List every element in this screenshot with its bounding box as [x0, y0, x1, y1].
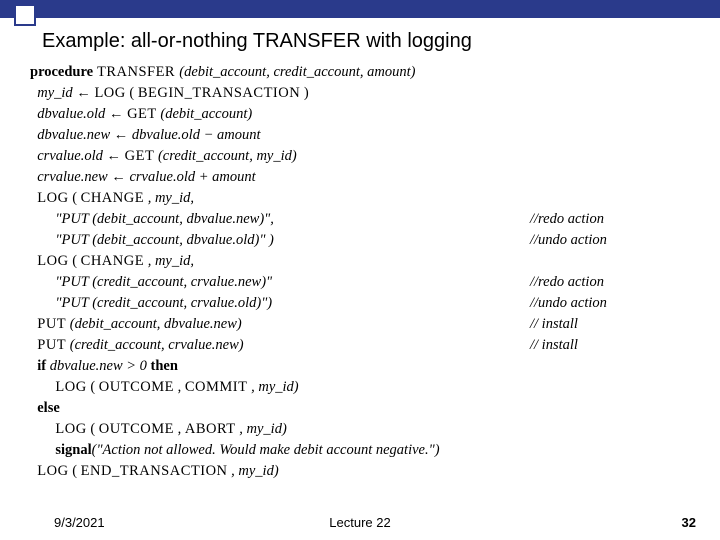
code-line: LOG ( CHANGE , my_id,	[30, 188, 700, 209]
code-line: LOG ( CHANGE , my_id,	[30, 251, 700, 272]
code-line: crvalue.old ← GET (credit_account, my_id…	[30, 146, 700, 167]
code-line: dbvalue.new ← dbvalue.old − amount	[30, 125, 700, 146]
slide-title: Example: all-or-nothing TRANSFER with lo…	[42, 30, 472, 53]
slide: Example: all-or-nothing TRANSFER with lo…	[0, 0, 720, 540]
code-line: my_id ← LOG ( BEGIN_TRANSACTION )	[30, 83, 700, 104]
footer-page-number: 32	[682, 515, 696, 530]
code-line: else	[30, 398, 700, 419]
code-line: LOG ( END_TRANSACTION , my_id)	[30, 461, 700, 482]
footer-lecture: Lecture 22	[0, 515, 720, 530]
code-line: dbvalue.old ← GET (debit_account)	[30, 104, 700, 125]
code-line: "PUT (credit_account, crvalue.old)") //u…	[30, 293, 700, 314]
code-line: PUT (credit_account, crvalue.new) // ins…	[30, 335, 700, 356]
slide-accent-square	[14, 4, 36, 26]
code-line: if dbvalue.new > 0 then	[30, 356, 700, 377]
code-line: "PUT (credit_account, crvalue.new)" //re…	[30, 272, 700, 293]
code-block: procedure TRANSFER (debit_account, credi…	[30, 62, 700, 482]
code-line: LOG ( OUTCOME , ABORT , my_id)	[30, 419, 700, 440]
code-line: procedure TRANSFER (debit_account, credi…	[30, 62, 700, 83]
slide-top-bar	[0, 0, 720, 18]
code-line: "PUT (debit_account, dbvalue.old)" ) //u…	[30, 230, 700, 251]
code-line: "PUT (debit_account, dbvalue.new)", //re…	[30, 209, 700, 230]
code-line: PUT (debit_account, dbvalue.new) // inst…	[30, 314, 700, 335]
code-line: signal("Action not allowed. Would make d…	[30, 440, 700, 461]
code-line: crvalue.new ← crvalue.old + amount	[30, 167, 700, 188]
code-line: LOG ( OUTCOME , COMMIT , my_id)	[30, 377, 700, 398]
